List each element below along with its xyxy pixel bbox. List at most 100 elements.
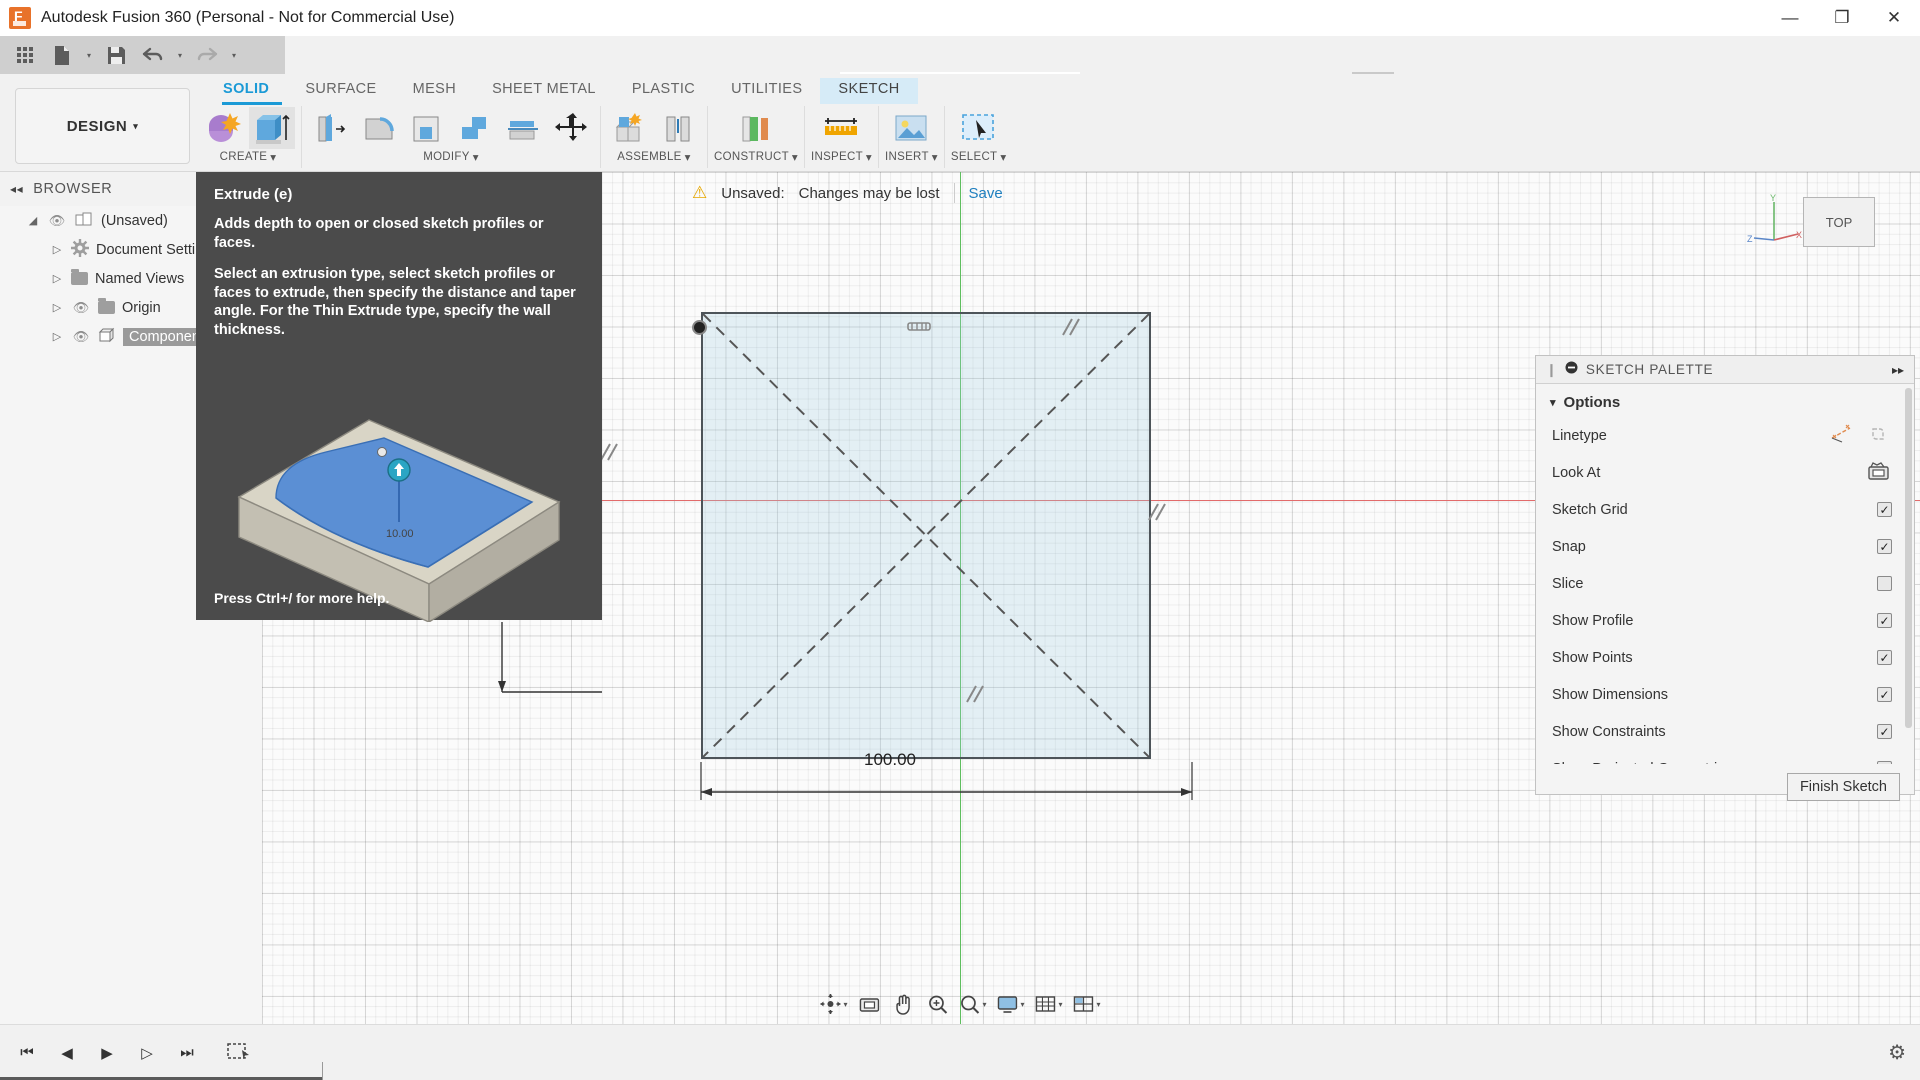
combine-icon[interactable]	[452, 107, 498, 149]
viewports-icon[interactable]: ▾	[1069, 988, 1105, 1020]
panel-select-label[interactable]: SELECT ▾	[951, 150, 1007, 164]
linetype-centerline-icon[interactable]	[1870, 424, 1892, 448]
orbit-caret-icon[interactable]: ▾	[843, 1000, 847, 1009]
create-sketch-icon[interactable]	[201, 107, 247, 149]
new-component-icon[interactable]	[607, 107, 653, 149]
look-at-icon[interactable]	[1867, 461, 1890, 485]
palette-minimize-icon[interactable]	[1565, 361, 1578, 379]
tab-plastic[interactable]: PLASTIC	[614, 78, 713, 104]
zoom-window-icon[interactable]: ▾	[955, 988, 990, 1020]
show-projected-geometries-checkbox[interactable]: ✓	[1877, 761, 1892, 764]
constraint-glyph-bottom[interactable]	[964, 684, 986, 709]
tab-surface[interactable]: SURFACE	[287, 78, 394, 104]
palette-row-show-dimensions[interactable]: Show Dimensions ✓	[1536, 676, 1914, 713]
grid-caret-icon[interactable]: ▾	[1059, 1000, 1063, 1009]
maximize-button[interactable]: ❐	[1816, 0, 1868, 36]
app-grid-icon[interactable]	[8, 40, 42, 70]
expand-caret-icon[interactable]: ▷	[50, 330, 64, 343]
tab-mesh[interactable]: MESH	[395, 78, 475, 104]
panel-construct-label[interactable]: CONSTRUCT ▾	[714, 150, 798, 164]
fillet-icon[interactable]	[356, 107, 402, 149]
panel-inspect-label[interactable]: INSPECT ▾	[811, 150, 872, 164]
step-forward-icon[interactable]: ▷	[132, 1038, 162, 1068]
redo-icon[interactable]	[190, 40, 224, 70]
panel-assemble-label[interactable]: ASSEMBLE ▾	[617, 150, 690, 164]
zoom-icon[interactable]	[921, 988, 953, 1020]
palette-row-show-points[interactable]: Show Points ✓	[1536, 639, 1914, 676]
visibility-eye-icon[interactable]: 👁	[71, 329, 91, 345]
expand-caret-icon[interactable]: ▷	[50, 243, 64, 256]
tab-solid[interactable]: SOLID	[205, 78, 287, 104]
sketch-origin-point[interactable]	[692, 320, 707, 335]
palette-row-linetype[interactable]: Linetype	[1536, 417, 1914, 454]
palette-collapse-icon[interactable]: ▸▸	[1892, 363, 1904, 377]
sketch-feature-icon[interactable]	[224, 1038, 254, 1068]
palette-drag-handle[interactable]: ❙	[1546, 362, 1557, 378]
show-profile-checkbox[interactable]: ✓	[1877, 613, 1892, 628]
panel-create-label[interactable]: CREATE ▾	[220, 150, 277, 164]
shell-icon[interactable]	[404, 107, 450, 149]
expand-caret-icon[interactable]: ▷	[50, 272, 64, 285]
pan-icon[interactable]	[887, 988, 919, 1020]
new-document-caret-icon[interactable]: ▾	[82, 40, 96, 70]
display-caret-icon[interactable]: ▾	[1020, 1000, 1024, 1009]
palette-row-show-projected-geometries[interactable]: Show Projected Geometries ✓	[1536, 750, 1914, 764]
dimension-value-bottom[interactable]: 100.00	[864, 750, 916, 770]
tab-sheet-metal[interactable]: SHEET METAL	[474, 78, 614, 104]
orbit-icon[interactable]: ▾	[815, 988, 851, 1020]
finish-sketch-button[interactable]: Finish Sketch	[1786, 773, 1900, 801]
zoom-caret-icon[interactable]: ▾	[982, 1000, 986, 1009]
palette-scrollbar[interactable]	[1905, 388, 1912, 728]
viewports-caret-icon[interactable]: ▾	[1097, 1000, 1101, 1009]
go-to-end-icon[interactable]: ⏭	[172, 1038, 202, 1068]
slice-checkbox[interactable]	[1877, 576, 1892, 591]
save-icon[interactable]	[99, 40, 133, 70]
linetype-construction-icon[interactable]	[1830, 424, 1852, 448]
options-section-header[interactable]: ▾ Options	[1536, 384, 1914, 417]
joint-icon[interactable]	[655, 107, 701, 149]
timeline-settings-icon[interactable]: ⚙	[1888, 1040, 1906, 1065]
expand-caret-icon[interactable]: ◢	[26, 214, 40, 227]
save-link[interactable]: Save	[969, 185, 1003, 202]
minimize-button[interactable]: —	[1764, 0, 1816, 36]
palette-row-show-constraints[interactable]: Show Constraints ✓	[1536, 713, 1914, 750]
view-cube[interactable]: TOP	[1803, 197, 1875, 247]
palette-row-show-profile[interactable]: Show Profile ✓	[1536, 602, 1914, 639]
workspace-selector[interactable]: DESIGN ▾	[15, 88, 190, 164]
tab-sketch[interactable]: SKETCH	[820, 78, 918, 104]
step-back-icon[interactable]: ◀	[52, 1038, 82, 1068]
undo-icon[interactable]	[136, 40, 170, 70]
sketch-grid-checkbox[interactable]: ✓	[1877, 502, 1892, 517]
undo-caret-icon[interactable]: ▾	[173, 40, 187, 70]
split-body-icon[interactable]	[500, 107, 546, 149]
browser-collapse-icon[interactable]: ◂◂	[10, 182, 23, 196]
palette-row-snap[interactable]: Snap ✓	[1536, 528, 1914, 565]
show-dimensions-checkbox[interactable]: ✓	[1877, 687, 1892, 702]
palette-row-sketch-grid[interactable]: Sketch Grid ✓	[1536, 491, 1914, 528]
grid-snaps-icon[interactable]: ▾	[1031, 988, 1067, 1020]
display-settings-icon[interactable]: ▾	[992, 988, 1028, 1020]
redo-caret-icon[interactable]: ▾	[227, 40, 241, 70]
palette-row-look-at[interactable]: Look At	[1536, 454, 1914, 491]
constraint-glyph-parallel-1[interactable]	[1060, 317, 1082, 342]
press-pull-icon[interactable]	[308, 107, 354, 149]
measure-icon[interactable]	[818, 107, 864, 149]
visibility-eye-icon[interactable]: 👁	[47, 213, 67, 229]
tab-utilities[interactable]: UTILITIES	[713, 78, 820, 104]
show-constraints-checkbox[interactable]: ✓	[1877, 724, 1892, 739]
snap-checkbox[interactable]: ✓	[1877, 539, 1892, 554]
new-document-icon[interactable]	[45, 40, 79, 70]
panel-modify-label[interactable]: MODIFY ▾	[423, 150, 479, 164]
sketch-rectangle[interactable]	[701, 312, 1151, 759]
move-copy-icon[interactable]	[548, 107, 594, 149]
palette-row-slice[interactable]: Slice	[1536, 565, 1914, 602]
extrude-icon[interactable]	[249, 107, 295, 149]
panel-insert-label[interactable]: INSERT ▾	[885, 150, 938, 164]
look-at-icon[interactable]	[853, 988, 885, 1020]
play-icon[interactable]: ▶	[92, 1038, 122, 1068]
visibility-hidden-eye-icon[interactable]: 👁	[71, 300, 91, 316]
go-to-beginning-icon[interactable]: ⏮	[12, 1038, 42, 1068]
constraint-glyph-right[interactable]	[1146, 502, 1168, 527]
select-icon[interactable]	[956, 107, 1002, 149]
offset-plane-icon[interactable]	[733, 107, 779, 149]
